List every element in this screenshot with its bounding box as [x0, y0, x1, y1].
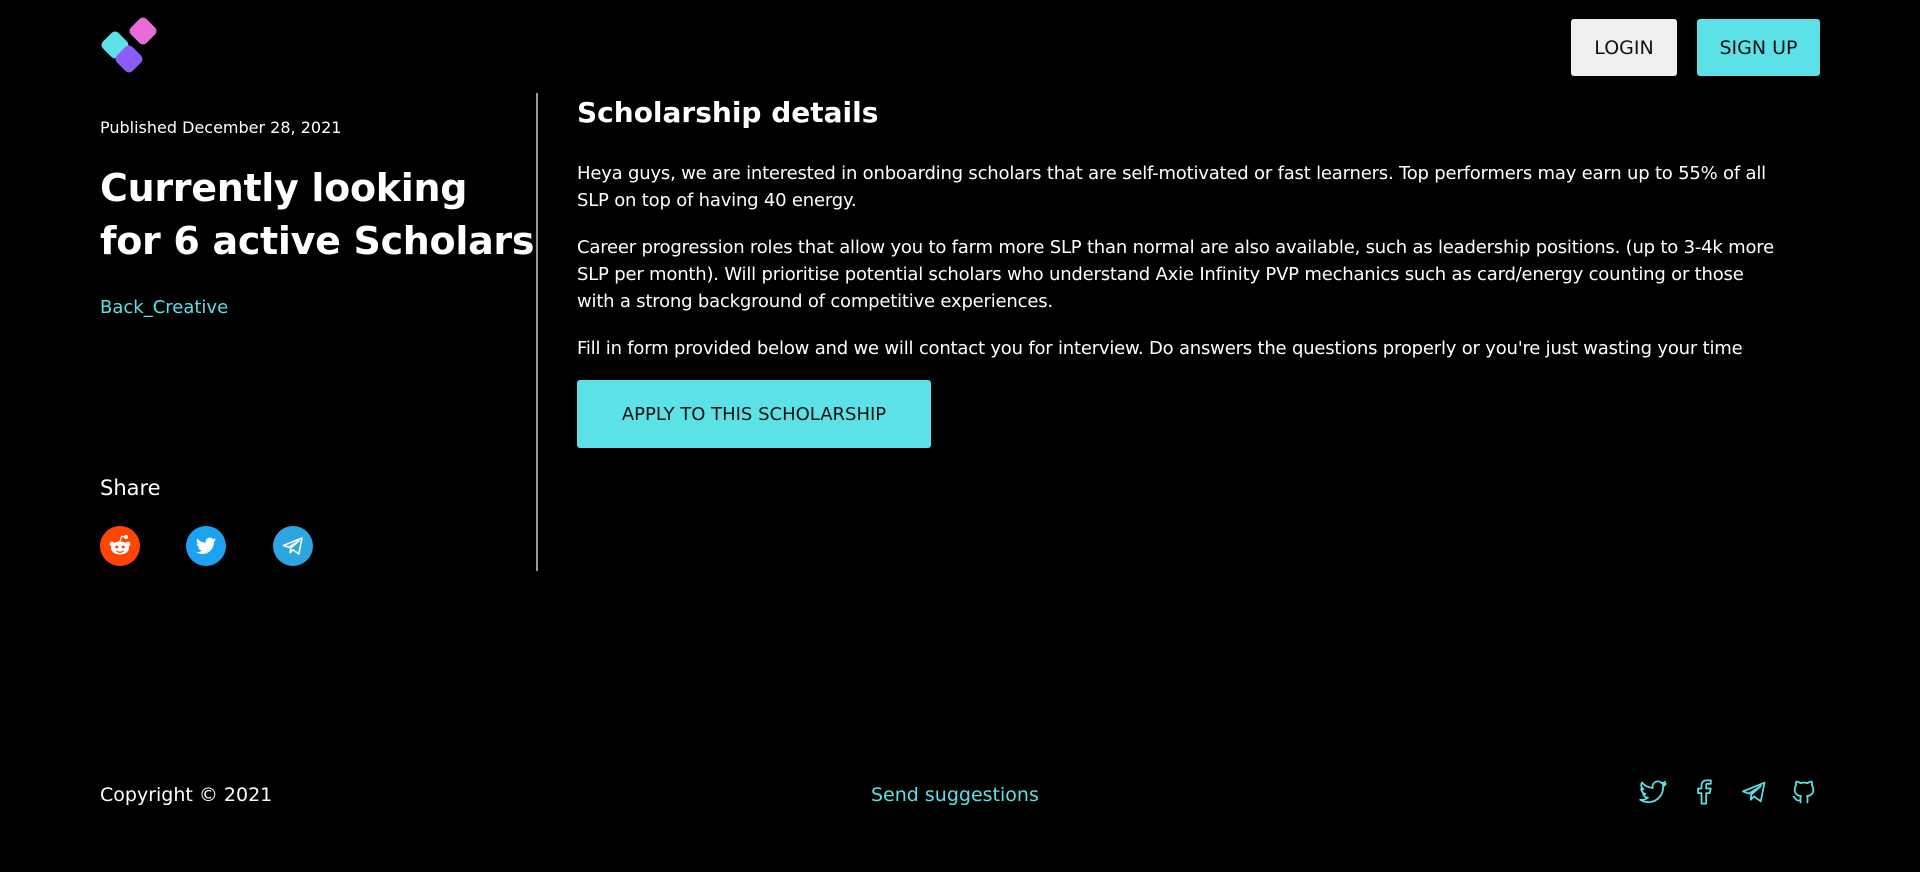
- site-logo-icon[interactable]: [100, 14, 162, 76]
- telegram-icon[interactable]: [1737, 776, 1771, 808]
- apply-scholarship-button[interactable]: APPLY TO THIS SCHOLARSHIP: [577, 380, 931, 448]
- twitter-icon[interactable]: [186, 526, 226, 566]
- send-suggestions-link[interactable]: Send suggestions: [871, 784, 1039, 806]
- header: LOGIN SIGN UP: [0, 0, 1920, 92]
- share-label: Share: [100, 476, 161, 500]
- signup-button[interactable]: SIGN UP: [1697, 19, 1820, 76]
- post-title: Currently looking for 6 active Scholars: [100, 166, 535, 263]
- reddit-icon[interactable]: [100, 526, 140, 566]
- scholarship-details-heading: Scholarship details: [577, 96, 879, 129]
- copyright-text: Copyright © 2021: [100, 784, 273, 806]
- twitter-icon[interactable]: [1636, 776, 1670, 808]
- details-paragraph: Heya guys, we are interested in onboardi…: [577, 163, 1766, 211]
- telegram-icon[interactable]: [273, 526, 313, 566]
- published-date: Published December 28, 2021: [100, 118, 342, 137]
- login-button[interactable]: LOGIN: [1571, 19, 1677, 76]
- facebook-icon[interactable]: [1688, 776, 1722, 808]
- page: LOGIN SIGN UP Published December 28, 202…: [0, 0, 1920, 872]
- column-divider: [536, 93, 538, 571]
- details-paragraph: Fill in form provided below and we will …: [577, 338, 1743, 359]
- author-link[interactable]: Back_Creative: [100, 297, 228, 318]
- details-paragraph: Career progression roles that allow you …: [577, 237, 1774, 312]
- github-icon[interactable]: [1787, 776, 1821, 808]
